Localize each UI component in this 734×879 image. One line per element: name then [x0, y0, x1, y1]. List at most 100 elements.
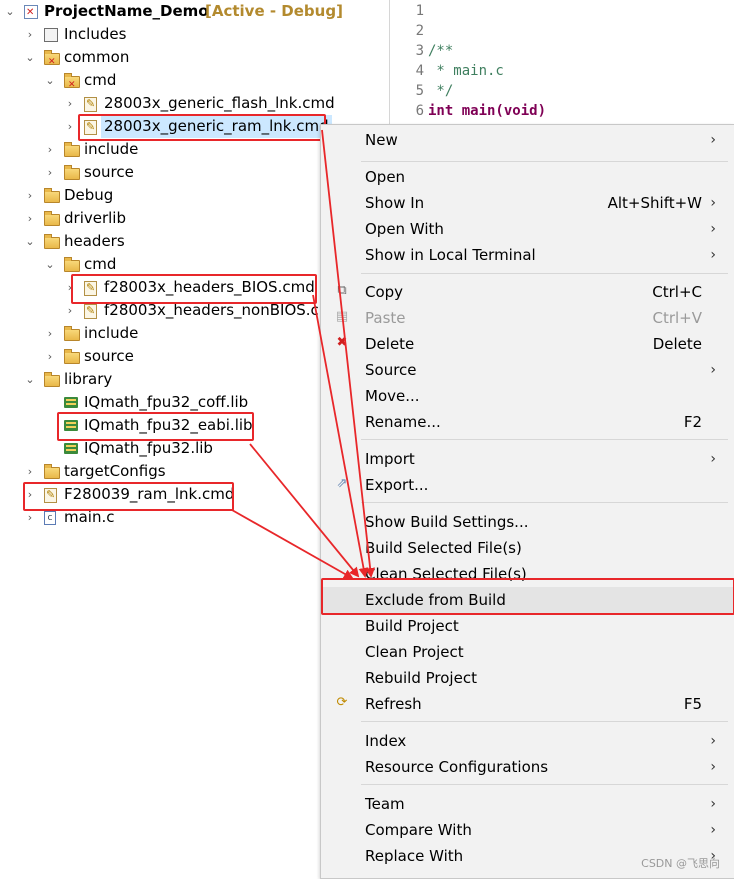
- menu-label: Replace With: [365, 847, 464, 865]
- tree-item-label: include: [84, 324, 139, 342]
- export-icon: ⇗: [336, 476, 348, 491]
- menu-item-show-terminal[interactable]: Show in Local Terminal ›: [321, 242, 734, 268]
- tree-item-label: 28003x_generic_flash_lnk.cmd: [104, 94, 335, 112]
- menu-separator: [361, 502, 728, 503]
- code-line: */: [428, 83, 454, 99]
- menu-label: Resource Configurations: [365, 758, 549, 776]
- menu-item-resource-configurations[interactable]: Resource Configurations ›: [321, 754, 734, 780]
- folder-icon: [64, 165, 80, 180]
- menu-item-team[interactable]: Team ›: [321, 791, 734, 817]
- chevron-down-icon[interactable]: ⌄: [4, 0, 16, 23]
- chevron-right-icon[interactable]: ›: [44, 161, 56, 184]
- tree-item-label: Debug: [64, 186, 114, 204]
- submenu-arrow-icon: ›: [710, 247, 716, 263]
- submenu-arrow-icon: ›: [710, 451, 716, 467]
- menu-item-source[interactable]: Source ›: [321, 357, 734, 383]
- chevron-right-icon[interactable]: ›: [64, 115, 76, 138]
- chevron-right-icon[interactable]: ›: [44, 345, 56, 368]
- menu-shortcut: Alt+Shift+W: [607, 194, 702, 212]
- menu-item-delete[interactable]: ✖ Delete Delete: [321, 331, 734, 357]
- copy-icon: ⧉: [337, 283, 347, 298]
- submenu-arrow-icon: ›: [710, 759, 716, 775]
- chevron-down-icon[interactable]: ⌄: [24, 368, 36, 391]
- menu-item-clean-project[interactable]: Clean Project: [321, 639, 734, 665]
- menu-label: Rebuild Project: [365, 669, 477, 687]
- menu-item-refresh[interactable]: ⟳ Refresh F5: [321, 691, 734, 717]
- menu-item-open-with[interactable]: Open With ›: [321, 216, 734, 242]
- cmd-file-icon: [84, 92, 97, 115]
- context-menu: New › Open Show In Alt+Shift+W › Open With ›…: [320, 124, 734, 879]
- menu-separator: [361, 439, 728, 440]
- refresh-icon: ⟳: [336, 695, 348, 710]
- menu-label: Export...: [365, 476, 429, 494]
- line-number: 4: [415, 63, 424, 79]
- chevron-right-icon[interactable]: ›: [24, 207, 36, 230]
- menu-separator: [361, 784, 728, 785]
- line-number: 1: [415, 3, 424, 19]
- menu-item-rebuild-project[interactable]: Rebuild Project: [321, 665, 734, 691]
- line-number: 6: [415, 103, 424, 119]
- menu-item-new[interactable]: New ›: [321, 127, 734, 153]
- chevron-right-icon[interactable]: ›: [24, 460, 36, 483]
- chevron-right-icon[interactable]: ›: [44, 322, 56, 345]
- menu-shortcut: Ctrl+V: [652, 309, 702, 327]
- menu-item-paste[interactable]: ▤ Paste Ctrl+V: [321, 305, 734, 331]
- chevron-right-icon[interactable]: ›: [24, 184, 36, 207]
- menu-item-show-build-settings[interactable]: Show Build Settings...: [321, 509, 734, 535]
- chevron-down-icon[interactable]: ⌄: [44, 69, 56, 92]
- tree-item-label: headers: [64, 232, 125, 250]
- code-line: int main(void): [428, 103, 547, 119]
- chevron-down-icon[interactable]: ⌄: [44, 253, 56, 276]
- delete-icon: ✖: [336, 335, 348, 350]
- submenu-arrow-icon: ›: [710, 733, 716, 749]
- line-number: 2: [415, 23, 424, 39]
- menu-separator: [361, 721, 728, 722]
- menu-item-build-selected[interactable]: Build Selected File(s): [321, 535, 734, 561]
- menu-item-import[interactable]: Import ›: [321, 446, 734, 472]
- chevron-down-icon[interactable]: ⌄: [24, 46, 36, 69]
- paste-icon: ▤: [335, 309, 349, 324]
- code-editor[interactable]: 1 2 3 4 5 6 /** * main.c */ int main(voi…: [389, 0, 734, 125]
- folder-icon: [64, 326, 80, 341]
- menu-item-show-in[interactable]: Show In Alt+Shift+W ›: [321, 190, 734, 216]
- library-icon: [64, 397, 78, 408]
- menu-item-index[interactable]: Index ›: [321, 728, 734, 754]
- menu-item-export[interactable]: ⇗ Export...: [321, 472, 734, 498]
- chevron-down-icon[interactable]: ⌄: [24, 230, 36, 253]
- folder-icon: [64, 257, 80, 272]
- menu-item-rename[interactable]: Rename... F2: [321, 409, 734, 435]
- menu-shortcut: Ctrl+C: [652, 283, 702, 301]
- chevron-right-icon[interactable]: ›: [44, 138, 56, 161]
- menu-item-move[interactable]: Move...: [321, 383, 734, 409]
- project-name: ProjectName_Demo: [44, 2, 209, 20]
- menu-shortcut: F2: [683, 413, 702, 431]
- menu-label: Show in Local Terminal: [365, 246, 536, 264]
- menu-item-copy[interactable]: ⧉ Copy Ctrl+C: [321, 279, 734, 305]
- tree-item-label: source: [84, 347, 134, 365]
- menu-label: Clean Project: [365, 643, 464, 661]
- chevron-right-icon[interactable]: ›: [64, 92, 76, 115]
- includes-icon: [44, 28, 58, 42]
- menu-label: Copy: [365, 283, 404, 301]
- c-file-icon: c: [44, 511, 56, 525]
- menu-label: Team: [365, 795, 405, 813]
- menu-label: Open With: [365, 220, 444, 238]
- line-number: 5: [415, 83, 424, 99]
- folder-icon: [44, 211, 60, 226]
- menu-item-open[interactable]: Open: [321, 164, 734, 190]
- folder-icon: [44, 188, 60, 203]
- folder-icon: [44, 372, 60, 387]
- menu-label: Refresh: [365, 695, 422, 713]
- submenu-arrow-icon: ›: [710, 221, 716, 237]
- project-status: [Active - Debug]: [205, 2, 343, 20]
- folder-icon: [64, 349, 80, 364]
- line-number: 3: [415, 43, 424, 59]
- highlight-box: [71, 274, 317, 304]
- chevron-right-icon[interactable]: ›: [24, 23, 36, 46]
- menu-item-build-project[interactable]: Build Project: [321, 613, 734, 639]
- tree-item-label: IQmath_fpu32_coff.lib: [84, 393, 249, 411]
- submenu-arrow-icon: ›: [710, 796, 716, 812]
- tree-item-label: common: [64, 48, 130, 66]
- menu-item-compare-with[interactable]: Compare With ›: [321, 817, 734, 843]
- submenu-arrow-icon: ›: [710, 132, 716, 148]
